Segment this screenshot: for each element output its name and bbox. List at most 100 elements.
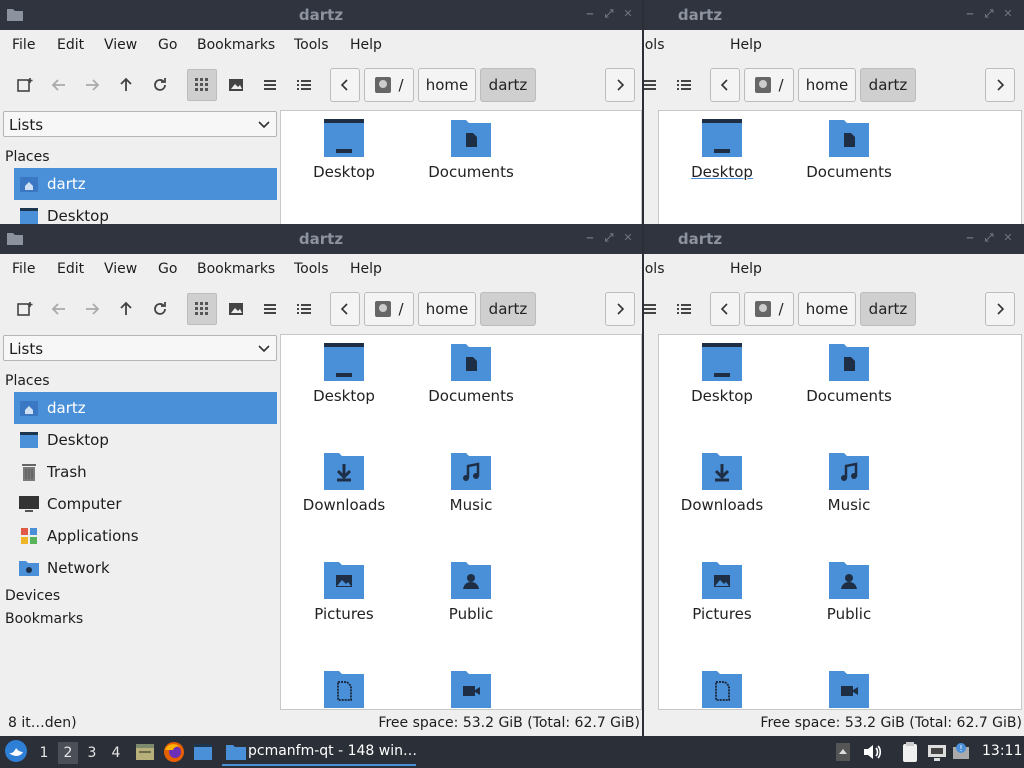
path-user-button[interactable]: dartz	[480, 292, 536, 326]
minimize-icon[interactable]: ‒	[584, 231, 596, 245]
volume-button[interactable]	[862, 742, 882, 762]
menu-file[interactable]: File	[12, 261, 35, 277]
title-bar[interactable]: dartz ‒ ⤢ ✕	[644, 224, 1024, 254]
path-scroll-left-button[interactable]	[710, 292, 740, 326]
menu-file[interactable]: File	[12, 37, 35, 53]
close-icon[interactable]: ✕	[1002, 7, 1014, 21]
side-pane-mode-select[interactable]: Lists	[3, 111, 277, 137]
clock[interactable]: 13:11	[982, 743, 1022, 759]
launch-file-manager[interactable]	[134, 741, 156, 763]
devices-heading[interactable]: Devices	[5, 588, 60, 604]
file-item[interactable]: Desktop	[662, 111, 782, 201]
file-item[interactable]	[789, 662, 909, 709]
close-icon[interactable]: ✕	[1002, 231, 1014, 245]
menu-edit[interactable]: Edit	[57, 37, 84, 53]
path-scroll-right-button[interactable]	[985, 68, 1015, 102]
sidebar-item-network[interactable]: Network	[14, 552, 277, 584]
path-scroll-right-button[interactable]	[605, 292, 635, 326]
menu-edit[interactable]: Edit	[57, 261, 84, 277]
path-user-button[interactable]: dartz	[480, 68, 536, 102]
back-button[interactable]	[44, 69, 74, 101]
new-tab-button[interactable]	[10, 293, 40, 325]
path-scroll-left-button[interactable]	[330, 292, 360, 326]
compact-view-button[interactable]	[644, 293, 665, 325]
minimize-icon[interactable]: ‒	[964, 7, 976, 21]
icon-view-button[interactable]	[187, 69, 217, 101]
back-button[interactable]	[44, 293, 74, 325]
sidebar-item-desktop[interactable]: Desktop	[14, 200, 277, 224]
forward-button[interactable]	[77, 293, 107, 325]
menu-tools[interactable]: Tools	[644, 261, 665, 277]
file-item[interactable]: Documents	[411, 335, 531, 425]
file-item[interactable]: Documents	[789, 335, 909, 425]
file-item[interactable]: Pictures	[284, 553, 404, 643]
maximize-icon[interactable]: ⤢	[983, 231, 995, 245]
compact-view-button[interactable]	[255, 293, 285, 325]
start-menu-button[interactable]	[4, 739, 30, 765]
menu-tools[interactable]: Tools	[294, 261, 329, 277]
thumbnail-view-button[interactable]	[221, 293, 251, 325]
minimize-icon[interactable]: ‒	[964, 231, 976, 245]
title-bar[interactable]: dartz ‒ ⤢ ✕	[644, 0, 1024, 30]
file-item[interactable]	[284, 662, 404, 709]
path-root-button[interactable]: /	[364, 68, 414, 102]
folder-view[interactable]: Desktop Documents	[280, 110, 642, 224]
reload-button[interactable]	[145, 69, 175, 101]
compact-view-button[interactable]	[644, 69, 665, 101]
close-icon[interactable]: ✕	[622, 231, 634, 245]
detail-view-button[interactable]	[669, 69, 699, 101]
path-scroll-right-button[interactable]	[605, 68, 635, 102]
path-home-button[interactable]: home	[418, 68, 476, 102]
sidebar-item-applications[interactable]: Applications	[14, 520, 277, 552]
folder-view[interactable]: Desktop Documents Downloads Music Pictur…	[658, 334, 1022, 710]
bookmarks-heading[interactable]: Bookmarks	[5, 611, 83, 627]
path-user-button[interactable]: dartz	[860, 292, 916, 326]
file-item[interactable]: Music	[411, 444, 531, 534]
path-scroll-left-button[interactable]	[710, 68, 740, 102]
maximize-icon[interactable]: ⤢	[603, 7, 615, 21]
sidebar-item-home[interactable]: dartz	[14, 168, 277, 200]
path-home-button[interactable]: home	[798, 68, 856, 102]
file-item[interactable]: Desktop	[284, 335, 404, 425]
show-desktop-button[interactable]	[192, 741, 214, 763]
path-scroll-left-button[interactable]	[330, 68, 360, 102]
file-item[interactable]: Music	[789, 444, 909, 534]
menu-help[interactable]: Help	[350, 261, 382, 277]
close-icon[interactable]: ✕	[622, 7, 634, 21]
maximize-icon[interactable]: ⤢	[983, 7, 995, 21]
folder-view[interactable]: Desktop Documents Downloads Music Pictur…	[280, 334, 642, 710]
file-item[interactable]	[411, 662, 531, 709]
tray-expand-button[interactable]	[836, 743, 850, 761]
side-pane-mode-select[interactable]: Lists	[3, 335, 277, 361]
menu-go[interactable]: Go	[158, 261, 177, 277]
updates-tray-button[interactable]: !	[952, 742, 974, 762]
path-scroll-right-button[interactable]	[985, 292, 1015, 326]
maximize-icon[interactable]: ⤢	[603, 231, 615, 245]
file-item[interactable]: Pictures	[662, 553, 782, 643]
file-item[interactable]: Desktop	[284, 111, 404, 201]
compact-view-button[interactable]	[255, 69, 285, 101]
reload-button[interactable]	[145, 293, 175, 325]
title-bar[interactable]: dartz ‒ ⤢ ✕	[0, 224, 642, 254]
path-root-button[interactable]: /	[744, 292, 794, 326]
folder-view[interactable]: Desktop Documents	[658, 110, 1022, 224]
menu-bookmarks[interactable]: Bookmarks	[197, 37, 275, 53]
menu-help[interactable]: Help	[350, 37, 382, 53]
new-tab-button[interactable]	[10, 69, 40, 101]
file-item[interactable]: Documents	[789, 111, 909, 201]
menu-go[interactable]: Go	[158, 37, 177, 53]
menu-view[interactable]: View	[104, 37, 137, 53]
file-item[interactable]: Downloads	[284, 444, 404, 534]
detail-view-button[interactable]	[289, 69, 319, 101]
path-root-button[interactable]: /	[364, 292, 414, 326]
title-bar[interactable]: dartz ‒ ⤢ ✕	[0, 0, 642, 30]
file-item[interactable]: Public	[411, 553, 531, 643]
network-tray-button[interactable]	[927, 742, 947, 762]
icon-view-button[interactable]	[187, 293, 217, 325]
file-item[interactable]: Downloads	[662, 444, 782, 534]
thumbnail-view-button[interactable]	[221, 69, 251, 101]
file-item[interactable]: Public	[789, 553, 909, 643]
file-item[interactable]: Desktop	[662, 335, 782, 425]
sidebar-item-desktop[interactable]: Desktop	[14, 424, 277, 456]
workspace-4[interactable]: 4	[106, 742, 126, 764]
